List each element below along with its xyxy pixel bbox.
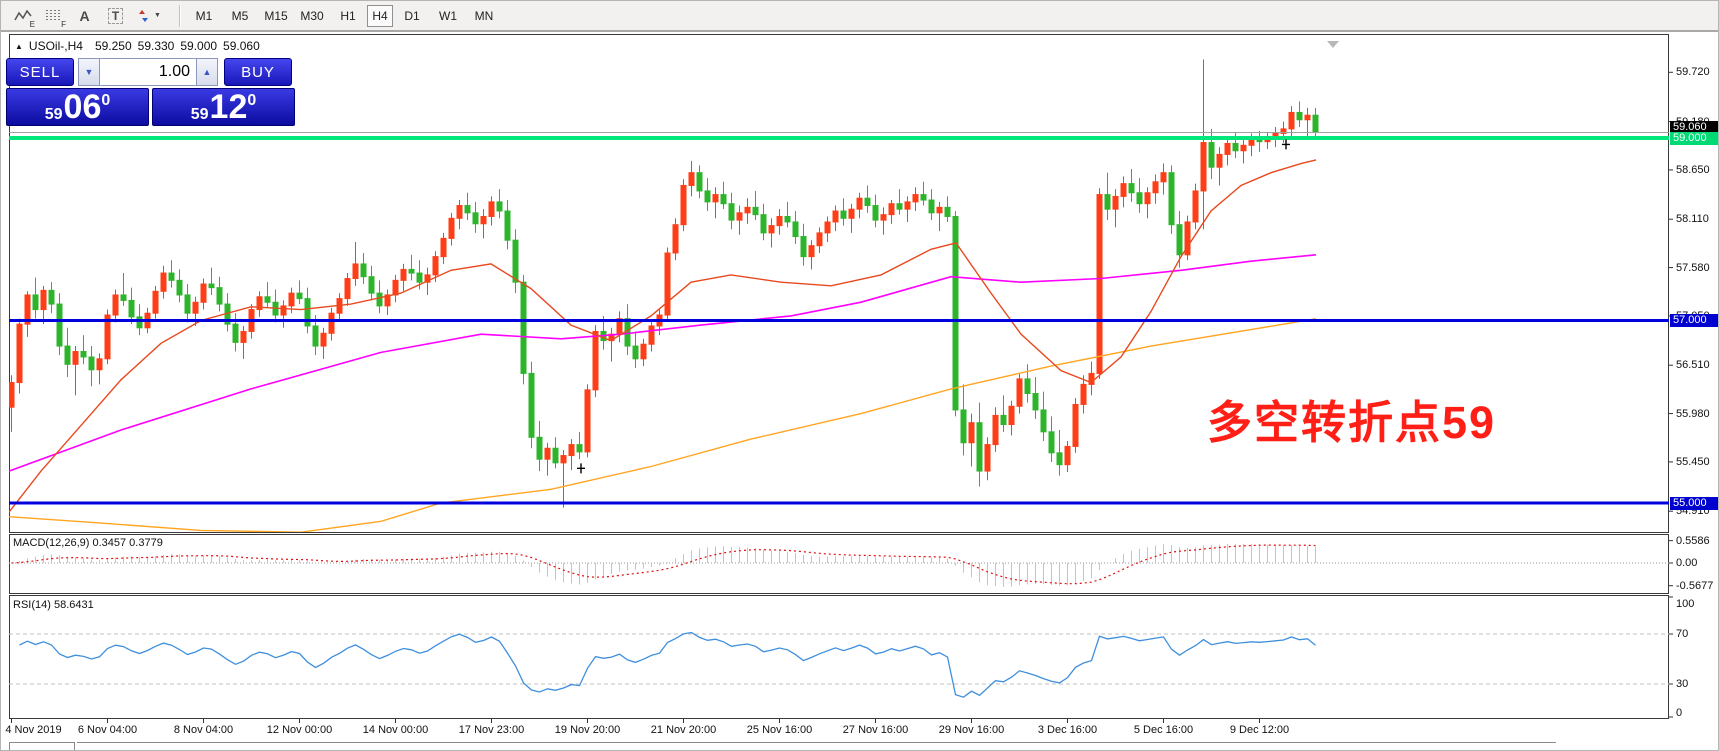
timeframe-group: M1M5M15M30H1H4D1W1MN [186, 5, 502, 27]
blue-line-tag-57: 57.000 [1670, 314, 1719, 327]
buy-price-prefix: 59 [191, 107, 209, 123]
macd-scale-label: -0.5677 [1676, 580, 1713, 592]
annotation-text[interactable]: 多空转折点59 [1207, 386, 1496, 451]
rsi-scale-label: 100 [1676, 598, 1694, 610]
buy-button[interactable]: BUY [224, 58, 292, 86]
price-tick-label: 59.720 [1676, 66, 1710, 78]
time-tick-label: 4 Nov 2019 [5, 724, 61, 736]
rsi-scale-label: 70 [1676, 628, 1688, 640]
timeframe-m5[interactable]: M5 [223, 5, 257, 27]
sell-price-main: 06 [64, 92, 102, 123]
time-tick-label: 19 Nov 20:00 [555, 724, 620, 736]
time-tick-label: 27 Nov 16:00 [843, 724, 908, 736]
rsi-label: RSI(14) 58.6431 [13, 599, 94, 611]
sell-price-sup: 0 [101, 93, 110, 109]
volume-input[interactable] [100, 58, 196, 86]
time-tick-label: 5 Dec 16:00 [1134, 724, 1193, 736]
time-tick-label: 12 Nov 00:00 [267, 724, 332, 736]
buy-price-display[interactable]: 59 12 0 [152, 88, 295, 126]
buy-price-main: 12 [210, 92, 248, 123]
macd-scale-label: 0.00 [1676, 557, 1697, 569]
time-tick-label: 17 Nov 23:00 [459, 724, 524, 736]
sell-button[interactable]: SELL [6, 58, 74, 86]
rsi-scale-label: 0 [1676, 707, 1682, 719]
chart-title: ▲ USOil-,H4 59.250 59.330 59.000 59.060 [15, 39, 260, 53]
time-tick-label: 29 Nov 16:00 [939, 724, 1004, 736]
timeframe-mn[interactable]: MN [467, 5, 501, 27]
timeframe-m15[interactable]: M15 [259, 5, 293, 27]
tabs-rail [77, 742, 1556, 743]
time-tick-label: 21 Nov 20:00 [651, 724, 716, 736]
price-tick-label: 55.980 [1676, 408, 1710, 420]
volume-decrease-button[interactable]: ▼ [78, 58, 100, 86]
indicators-icon[interactable]: E [9, 4, 36, 28]
sell-price-display[interactable]: 59 06 0 [6, 88, 149, 126]
timeframe-h4[interactable]: H4 [367, 5, 393, 27]
timeframe-w1[interactable]: W1 [431, 5, 465, 27]
price-tick-label: 57.580 [1676, 262, 1710, 274]
macd-scale-label: 0.5586 [1676, 535, 1710, 547]
ohlc-close: 59.060 [223, 39, 260, 53]
chart-tabs-strip[interactable] [1, 741, 1719, 751]
chart-window[interactable]: ▲ USOil-,H4 59.250 59.330 59.000 59.060 … [1, 34, 1719, 751]
mt4-window: EFAT▼ M1M5M15M30H1H4D1W1MN ▲ USOil-,H4 5… [0, 0, 1719, 751]
text-label-icon[interactable]: A [71, 4, 98, 28]
ohlc-high: 59.330 [138, 39, 175, 53]
time-tick-label: 14 Nov 00:00 [363, 724, 428, 736]
rsi-scale-label: 30 [1676, 678, 1688, 690]
ohlc-low: 59.000 [180, 39, 217, 53]
timeframe-m1[interactable]: M1 [187, 5, 221, 27]
text-box-icon[interactable]: T [102, 4, 129, 28]
collapse-arrow-icon[interactable]: ▲ [15, 42, 23, 51]
timeframe-d1[interactable]: D1 [395, 5, 429, 27]
buy-price-sup: 0 [247, 93, 256, 109]
price-tick-label: 56.510 [1676, 359, 1710, 371]
ohlc-open: 59.250 [95, 39, 132, 53]
timeframe-m30[interactable]: M30 [295, 5, 329, 27]
symbol-label: USOil-,H4 [29, 39, 83, 53]
volume-increase-button[interactable]: ▲ [196, 58, 218, 86]
price-tick-label: 58.650 [1676, 164, 1710, 176]
one-click-trading-panel: SELL ▼ ▲ BUY 59 06 0 59 12 0 [6, 58, 295, 126]
sell-price-prefix: 59 [45, 107, 63, 123]
arrange-icon[interactable]: ▼ [133, 4, 167, 28]
chart-tab[interactable] [9, 742, 75, 751]
time-tick-label: 25 Nov 16:00 [747, 724, 812, 736]
grid-icon[interactable]: F [40, 4, 67, 28]
macd-label: MACD(12,26,9) 0.3457 0.3779 [13, 537, 163, 549]
blue-line-tag-55: 55.000 [1670, 497, 1719, 510]
green-line-tag: 59.000 [1670, 132, 1719, 145]
time-tick-label: 3 Dec 16:00 [1038, 724, 1097, 736]
timeframe-h1[interactable]: H1 [331, 5, 365, 27]
time-tick-label: 6 Nov 04:00 [78, 724, 137, 736]
toolbar: EFAT▼ M1M5M15M30H1H4D1W1MN [1, 1, 1719, 32]
time-tick-label: 8 Nov 04:00 [174, 724, 233, 736]
toolbar-separator [179, 5, 180, 27]
price-tick-label: 58.110 [1676, 213, 1709, 225]
price-tick-label: 55.450 [1676, 456, 1710, 468]
toolbar-tools: EFAT▼ [1, 4, 169, 28]
time-tick-label: 9 Dec 12:00 [1230, 724, 1289, 736]
